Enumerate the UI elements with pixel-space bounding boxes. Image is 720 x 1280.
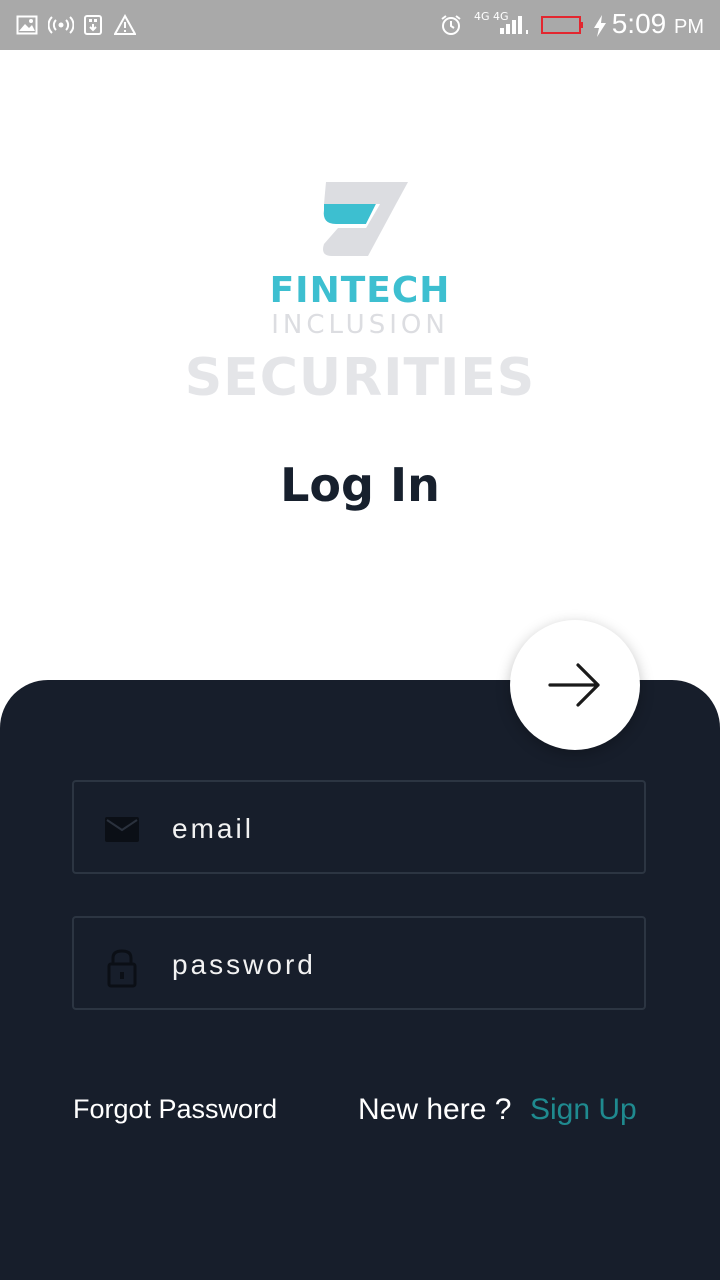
brand-name: FINTECH xyxy=(269,270,451,311)
arrow-right-icon xyxy=(548,663,600,707)
alarm-icon xyxy=(440,14,462,36)
status-bar: 4G 4G 5:09 PM xyxy=(0,0,720,50)
page-title: Log In xyxy=(280,458,440,512)
brand-securities: SECURITIES xyxy=(184,348,536,408)
brand-logo-mark xyxy=(318,180,410,258)
password-field[interactable] xyxy=(72,916,646,1010)
password-input[interactable] xyxy=(170,936,624,994)
warning-icon xyxy=(113,13,137,36)
clock: 5:09 PM xyxy=(611,8,704,39)
usb-icon xyxy=(82,14,104,36)
sign-up-link[interactable]: Sign Up xyxy=(530,1093,637,1127)
battery-icon xyxy=(541,14,585,36)
forgot-password-link[interactable]: Forgot Password xyxy=(73,1094,277,1125)
email-field[interactable] xyxy=(72,780,646,874)
charging-icon xyxy=(592,14,608,37)
mail-icon xyxy=(104,812,140,849)
brand-subname: INCLUSION xyxy=(271,310,449,340)
hotspot-icon xyxy=(47,14,75,36)
email-input[interactable] xyxy=(170,800,624,858)
image-icon xyxy=(16,14,38,36)
new-here-label: New here ? xyxy=(358,1093,512,1126)
login-submit-button[interactable] xyxy=(510,620,640,750)
lock-icon xyxy=(104,948,140,993)
signal-icon xyxy=(496,14,532,36)
